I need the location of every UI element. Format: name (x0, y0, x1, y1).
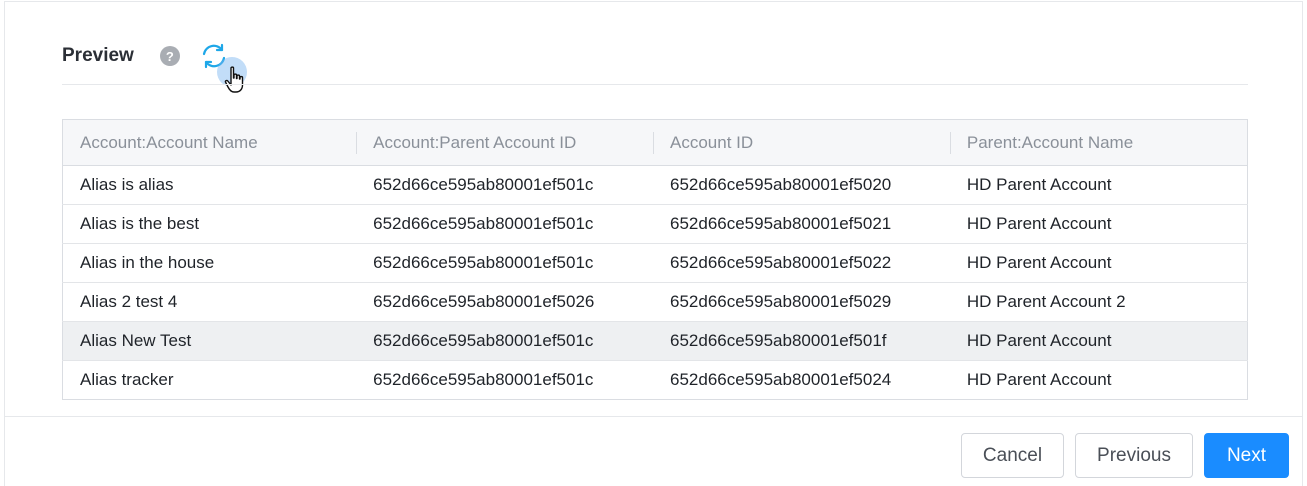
preview-table: Account:Account Name Account:Parent Acco… (62, 119, 1248, 400)
footer-divider (4, 416, 1303, 417)
table-row[interactable]: Alias 2 test 4 652d66ce595ab80001ef5026 … (62, 282, 1248, 322)
table-cell: 652d66ce595ab80001ef501c (373, 370, 594, 389)
table-cell: 652d66ce595ab80001ef501c (356, 204, 653, 244)
preview-header: Preview ? (62, 40, 228, 72)
hand-cursor-icon (224, 66, 244, 93)
header-divider (62, 84, 1248, 85)
preview-title: Preview (62, 45, 134, 66)
table-row-hovered[interactable]: Alias New Test 652d66ce595ab80001ef501c … (62, 321, 1248, 361)
table-cell: Alias is the best (62, 204, 357, 244)
column-header[interactable]: Account ID (653, 119, 950, 166)
help-circle-icon[interactable]: ? (159, 46, 180, 66)
table-header-row: Account:Account Name Account:Parent Acco… (62, 119, 1248, 166)
table-cell: 652d66ce595ab80001ef5020 (653, 165, 950, 205)
table-cell: 652d66ce595ab80001ef5022 (653, 243, 950, 283)
table-cell: HD Parent Account (966, 370, 1112, 389)
table-cell: Alias is alias (62, 165, 357, 205)
cancel-button[interactable]: Cancel (961, 433, 1064, 478)
table-row[interactable]: Alias is alias 652d66ce595ab80001ef501c … (62, 165, 1248, 205)
table-cell: HD Parent Account 2 (949, 282, 1248, 322)
column-header[interactable]: Account:Account Name (62, 119, 357, 166)
table-cell: HD Parent Account (949, 243, 1248, 283)
table-cell: 652d66ce595ab80001ef5021 (653, 204, 950, 244)
table-row[interactable]: Alias tracker 652d66ce595ab80001ef501c 6… (63, 361, 1248, 400)
table-row[interactable]: Alias in the house 652d66ce595ab80001ef5… (62, 243, 1248, 283)
table-cell: 652d66ce595ab80001ef501c (356, 321, 653, 361)
table-cell: HD Parent Account (949, 204, 1248, 244)
table-cell: 652d66ce595ab80001ef501c (356, 165, 653, 205)
table-cell: 652d66ce595ab80001ef501f (653, 321, 950, 361)
table-cell: 652d66ce595ab80001ef5024 (670, 370, 892, 389)
table-row[interactable]: Alias is the best 652d66ce595ab80001ef50… (62, 204, 1248, 244)
table-cell: HD Parent Account (949, 165, 1248, 205)
previous-button[interactable]: Previous (1075, 433, 1193, 478)
table-cell: 652d66ce595ab80001ef5029 (653, 282, 950, 322)
next-button[interactable]: Next (1204, 433, 1289, 478)
table-cell: Alias 2 test 4 (62, 282, 357, 322)
table-cell: Alias tracker (80, 370, 174, 389)
table-cell: 652d66ce595ab80001ef5026 (356, 282, 653, 322)
column-header[interactable]: Account:Parent Account ID (356, 119, 653, 166)
table-cell: Alias New Test (62, 321, 357, 361)
column-header[interactable]: Parent:Account Name (949, 119, 1248, 166)
table-cell: Alias in the house (62, 243, 357, 283)
footer-actions: Cancel Previous Next (961, 433, 1289, 478)
table-cell: HD Parent Account (949, 321, 1248, 361)
table-cell: 652d66ce595ab80001ef501c (356, 243, 653, 283)
